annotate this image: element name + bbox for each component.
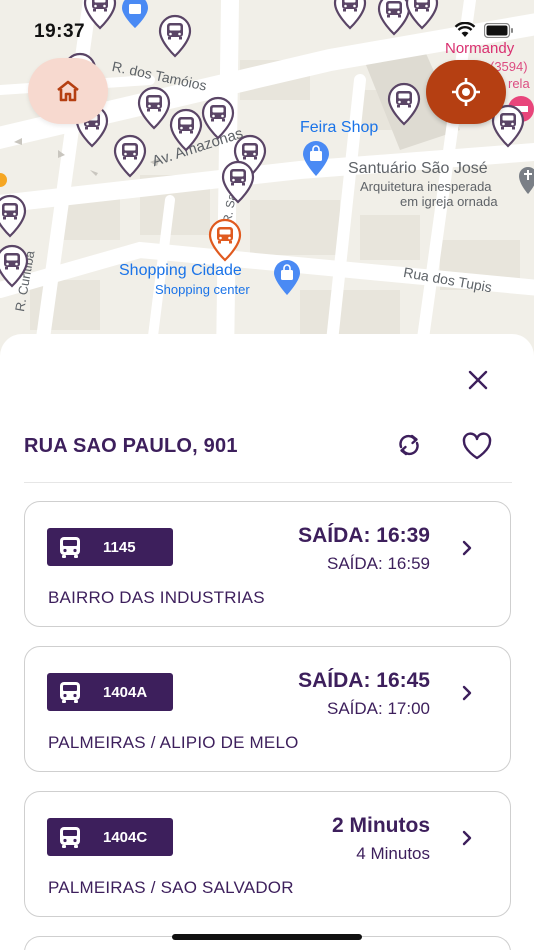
- bus-stop-pin[interactable]: [220, 160, 256, 204]
- status-time: 19:37: [34, 21, 86, 42]
- status-icons: [454, 22, 514, 38]
- bus-stop-pin-selected[interactable]: [207, 218, 243, 262]
- header-divider: [24, 482, 512, 483]
- bus-icon: [60, 537, 80, 558]
- poi-normandy-extra: rela: [508, 76, 530, 91]
- church-pin-icon[interactable]: [518, 166, 534, 196]
- departure-card[interactable]: 1404C 2 Minutos 4 Minutos PALMEIRAS / SA…: [24, 791, 511, 917]
- poi-santuario-title[interactable]: Santuário São José: [348, 160, 488, 178]
- shopping-bag-icon[interactable]: [301, 140, 331, 178]
- chevron-right-icon[interactable]: [460, 828, 474, 848]
- bus-stop-pin[interactable]: [0, 244, 30, 288]
- bus-stop-pin[interactable]: [200, 96, 236, 140]
- destination: BAIRRO DAS INDUSTRIAS: [48, 588, 265, 607]
- departure-primary: SAÍDA: 16:45: [298, 669, 430, 692]
- close-icon[interactable]: [466, 368, 490, 392]
- home-indicator: [172, 934, 362, 940]
- departure-primary: 2 Minutos: [332, 814, 430, 837]
- bus-stop-pin[interactable]: [386, 82, 422, 126]
- departure-secondary: 4 Minutos: [356, 844, 430, 863]
- route-code: 1404A: [103, 683, 148, 701]
- refresh-icon[interactable]: [394, 430, 424, 460]
- home-button[interactable]: [28, 58, 108, 124]
- route-code: 1404C: [103, 828, 148, 846]
- status-bar: 19:37: [0, 0, 534, 60]
- route-badge: 1404C: [47, 818, 173, 856]
- destination: PALMEIRAS / ALIPIO DE MELO: [48, 733, 299, 752]
- route-badge: 1404A: [47, 673, 173, 711]
- wifi-icon: [454, 22, 476, 37]
- poi-shopping-cidade-subtitle: Shopping center: [155, 282, 250, 297]
- poi-shopping-cidade-title[interactable]: Shopping Cidade: [119, 262, 242, 280]
- bus-stop-pin[interactable]: [136, 86, 172, 130]
- bus-icon: [60, 682, 80, 703]
- heart-icon[interactable]: [461, 431, 493, 461]
- departure-card[interactable]: 1145 SAÍDA: 16:39 SAÍDA: 16:59 BAIRRO DA…: [24, 501, 511, 627]
- poi-santuario-line1: Arquitetura inesperada: [360, 179, 492, 194]
- departure-primary: SAÍDA: 16:39: [298, 524, 430, 547]
- battery-icon: [484, 22, 513, 38]
- departure-secondary: SAÍDA: 16:59: [326, 554, 430, 573]
- route-badge: 1145: [47, 528, 173, 566]
- stop-name: RUA SAO PAULO, 901: [24, 435, 238, 457]
- home-icon: [57, 80, 79, 102]
- chevron-right-icon[interactable]: [460, 538, 474, 558]
- crosshair-icon: [452, 78, 480, 106]
- destination: PALMEIRAS / SAO SALVADOR: [48, 878, 294, 897]
- departure-secondary: SAÍDA: 17:00: [326, 699, 430, 718]
- map-view[interactable]: R. dos Tamóios Av. Amazonas R. Sa Rua do…: [0, 0, 534, 360]
- bus-stop-pin[interactable]: [168, 108, 204, 152]
- poi-santuario-line2: em igreja ornada: [400, 194, 498, 209]
- locate-me-button[interactable]: [426, 60, 506, 124]
- shopping-bag-icon[interactable]: [272, 259, 302, 297]
- bus-stop-pin[interactable]: [112, 134, 148, 178]
- bus-icon: [60, 827, 80, 848]
- route-code: 1145: [103, 538, 136, 556]
- bus-stop-pin[interactable]: [0, 194, 28, 238]
- poi-feira-shop[interactable]: Feira Shop: [300, 119, 378, 137]
- chevron-right-icon[interactable]: [460, 683, 474, 703]
- departure-card[interactable]: 1404A SAÍDA: 16:45 SAÍDA: 17:00 PALMEIRA…: [24, 646, 511, 772]
